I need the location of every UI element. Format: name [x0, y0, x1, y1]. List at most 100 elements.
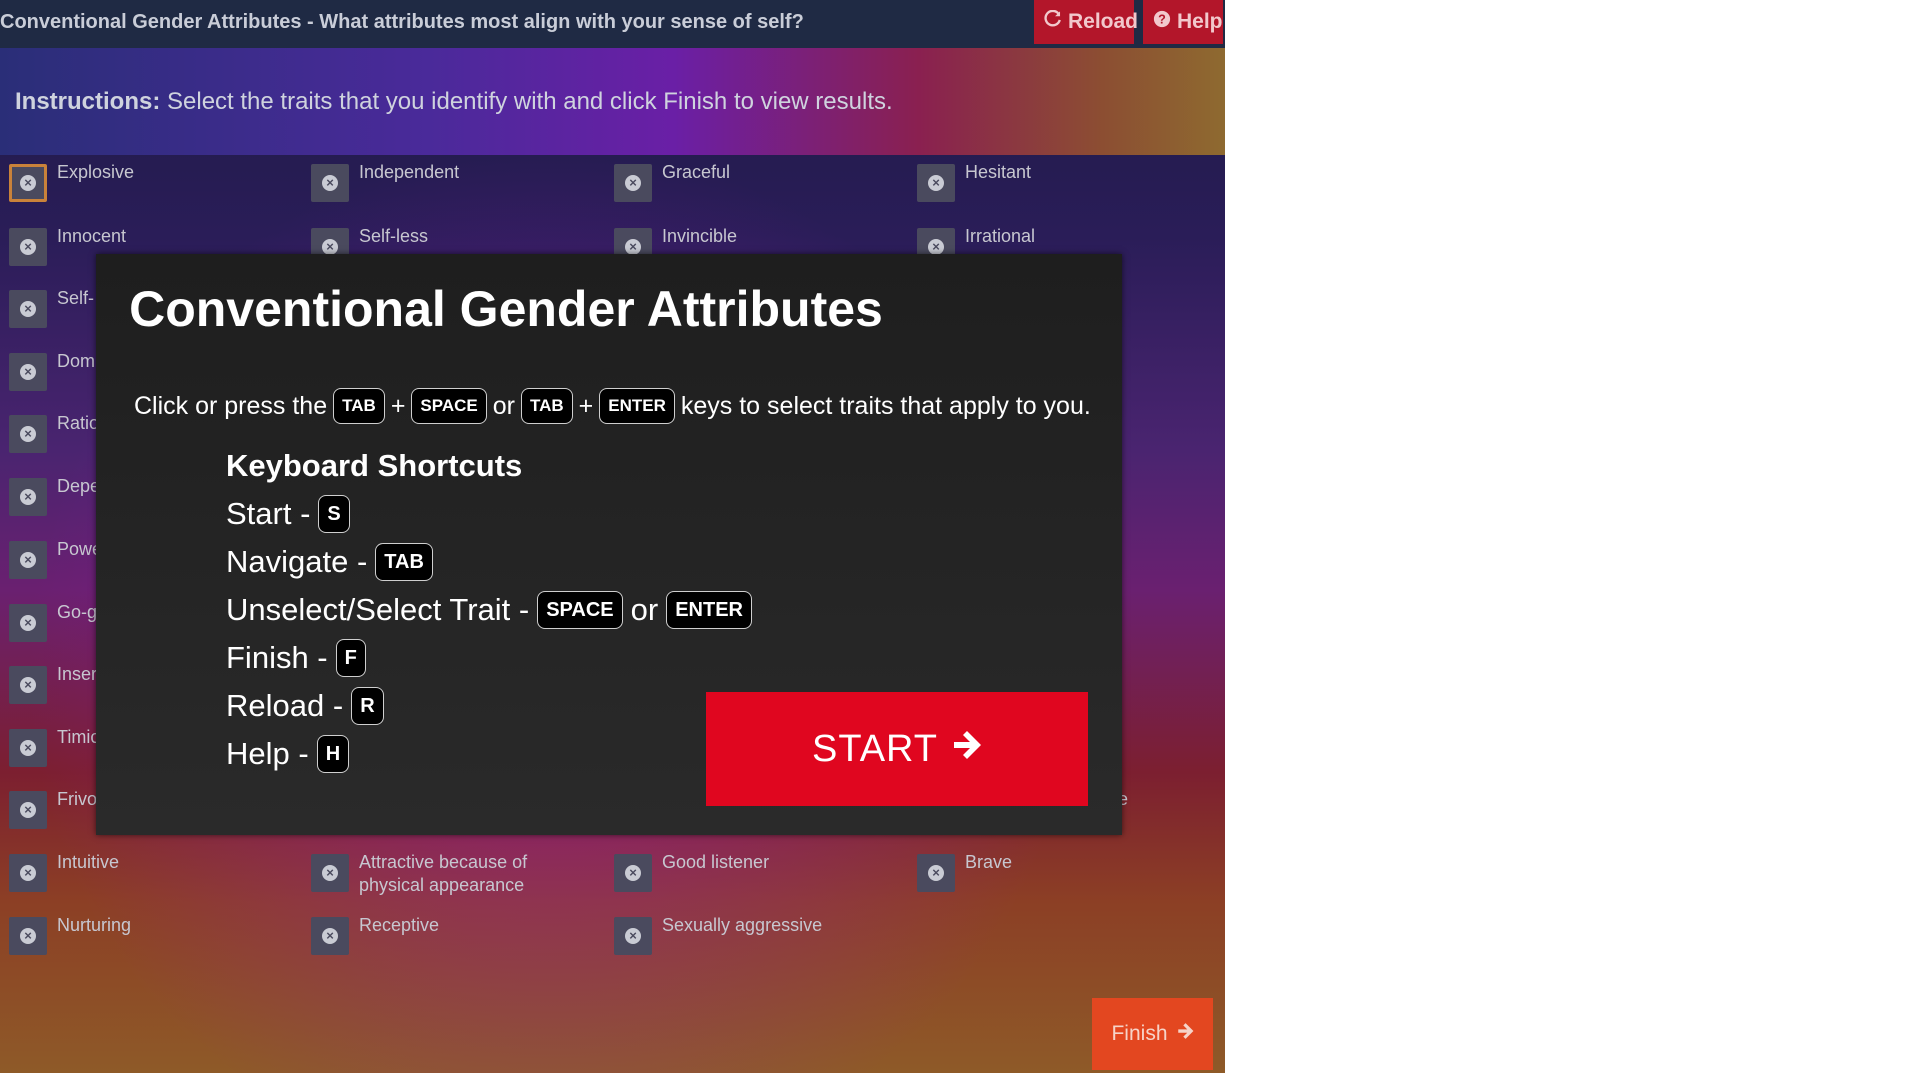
- shortcut-row-reload: Reload - R: [226, 682, 752, 730]
- close-circle-icon: ×: [625, 928, 641, 944]
- shortcut-label: Start -: [226, 496, 311, 531]
- trait-label: Brave: [965, 852, 1013, 872]
- app-window: Conventional Gender Attributes - What at…: [0, 0, 1225, 1073]
- key-tab: TAB: [333, 388, 385, 424]
- close-circle-icon: ×: [20, 552, 36, 568]
- instructions-text: Instructions: Select the traits that you…: [15, 88, 893, 116]
- trait-checkbox[interactable]: ×: [311, 854, 349, 892]
- shortcut-key: TAB: [375, 543, 433, 581]
- trait-checkbox[interactable]: ×: [9, 917, 47, 955]
- top-bar: Conventional Gender Attributes - What at…: [0, 0, 1225, 48]
- close-circle-icon: ×: [20, 301, 36, 317]
- trait-checkbox[interactable]: ×: [311, 917, 349, 955]
- shortcut-label: Reload -: [226, 688, 344, 723]
- close-circle-icon: ×: [20, 426, 36, 442]
- finish-label: Finish: [1111, 1022, 1168, 1045]
- trait-checkbox[interactable]: ×: [917, 164, 955, 202]
- shortcut-key: S: [318, 495, 350, 533]
- close-circle-icon: ×: [928, 865, 944, 881]
- trait-label: Receptive: [359, 915, 440, 935]
- arrow-right-icon: [1176, 1022, 1194, 1046]
- trait-label: Innocent: [57, 226, 127, 246]
- instruction-suffix: keys to select traits that apply to you.: [680, 391, 1091, 420]
- close-circle-icon: ×: [20, 928, 36, 944]
- instruction-prefix: Click or press the: [134, 391, 328, 420]
- close-circle-icon: ×: [322, 239, 338, 255]
- trait-checkbox[interactable]: ×: [9, 164, 47, 202]
- trait-label: Irrational: [965, 226, 1036, 246]
- trait-label: Explosive: [57, 162, 135, 182]
- shortcut-label: Finish -: [226, 640, 328, 675]
- trait-checkbox[interactable]: ×: [9, 729, 47, 767]
- modal-title: Conventional Gender Attributes: [129, 281, 883, 337]
- trait-checkbox[interactable]: ×: [9, 541, 47, 579]
- instructions-label: Instructions:: [15, 88, 161, 115]
- key-tab: TAB: [520, 388, 573, 424]
- close-circle-icon: ×: [20, 740, 36, 756]
- help-button[interactable]: ? Help: [1143, 0, 1223, 44]
- shortcut-key: F: [335, 639, 366, 677]
- close-circle-icon: ×: [625, 175, 641, 191]
- instructions-body: Select the traits that you identify with…: [167, 88, 893, 115]
- trait-checkbox[interactable]: ×: [9, 604, 47, 642]
- trait-label: Graceful: [662, 162, 731, 182]
- close-circle-icon: ×: [928, 175, 944, 191]
- close-circle-icon: ×: [20, 677, 36, 693]
- trait-checkbox[interactable]: ×: [9, 415, 47, 453]
- close-circle-icon: ×: [20, 802, 36, 818]
- trait-label: Hesitant: [965, 162, 1032, 182]
- page-title: Conventional Gender Attributes - What at…: [0, 11, 804, 33]
- plus-sign: +: [578, 391, 594, 420]
- shortcut-label: Unselect/Select Trait -: [226, 592, 530, 627]
- shortcut-key: SPACE: [537, 591, 623, 629]
- shortcut-row-select: Unselect/Select Trait - SPACE or ENTER: [226, 586, 753, 634]
- trait-checkbox[interactable]: ×: [917, 854, 955, 892]
- shortcut-row-start: Start - S: [226, 490, 752, 538]
- trait-checkbox[interactable]: ×: [614, 917, 652, 955]
- shortcut-key: H: [316, 735, 350, 773]
- trait-label: Good listener: [662, 852, 770, 872]
- trait-checkbox[interactable]: ×: [311, 164, 349, 202]
- close-circle-icon: ×: [20, 865, 36, 881]
- trait-checkbox[interactable]: ×: [9, 478, 47, 516]
- instructions-banner: Instructions: Select the traits that you…: [0, 48, 1225, 155]
- svg-text:?: ?: [1158, 13, 1166, 27]
- trait-checkbox[interactable]: ×: [614, 854, 652, 892]
- trait-label: Independent: [359, 162, 460, 182]
- trait-checkbox[interactable]: ×: [9, 791, 47, 829]
- trait-checkbox[interactable]: ×: [9, 228, 47, 266]
- finish-button[interactable]: Finish: [1092, 998, 1213, 1070]
- reload-button[interactable]: Reload: [1034, 0, 1138, 44]
- or-text: or: [492, 391, 515, 420]
- question-circle-icon: ?: [1153, 10, 1171, 34]
- close-circle-icon: ×: [322, 865, 338, 881]
- close-circle-icon: ×: [322, 928, 338, 944]
- shortcut-row-navigate: Navigate - TAB: [226, 538, 752, 586]
- shortcut-label: Help -: [226, 736, 309, 771]
- trait-checkbox[interactable]: ×: [9, 854, 47, 892]
- close-circle-icon: ×: [625, 865, 641, 881]
- trait-label: Sexually aggressive: [662, 915, 823, 935]
- or-text: or: [630, 592, 659, 627]
- trait-label: e: [1118, 789, 1129, 809]
- help-label: Help: [1177, 10, 1223, 33]
- trait-checkbox[interactable]: ×: [9, 666, 47, 704]
- keyboard-shortcuts: Keyboard Shortcuts Start - S Navigate - …: [226, 448, 753, 778]
- shortcut-label: Navigate -: [226, 544, 368, 579]
- start-button[interactable]: START: [706, 692, 1088, 806]
- shortcut-key: R: [351, 687, 384, 725]
- close-circle-icon: ×: [20, 615, 36, 631]
- close-circle-icon: ×: [928, 239, 944, 255]
- arrow-right-icon: [950, 728, 982, 771]
- reload-label: Reload: [1068, 10, 1139, 33]
- shortcut-key: ENTER: [666, 591, 753, 629]
- trait-checkbox[interactable]: ×: [614, 164, 652, 202]
- close-circle-icon: ×: [20, 175, 36, 191]
- modal-instructions: Click or press the TAB + SPACE or TAB + …: [134, 388, 1091, 424]
- close-circle-icon: ×: [625, 239, 641, 255]
- trait-label: Invincible: [662, 226, 738, 246]
- trait-checkbox[interactable]: ×: [9, 353, 47, 391]
- trait-checkbox[interactable]: ×: [9, 290, 47, 328]
- trait-label: Attractive because of physical appearanc…: [359, 852, 528, 895]
- key-space: SPACE: [411, 388, 487, 424]
